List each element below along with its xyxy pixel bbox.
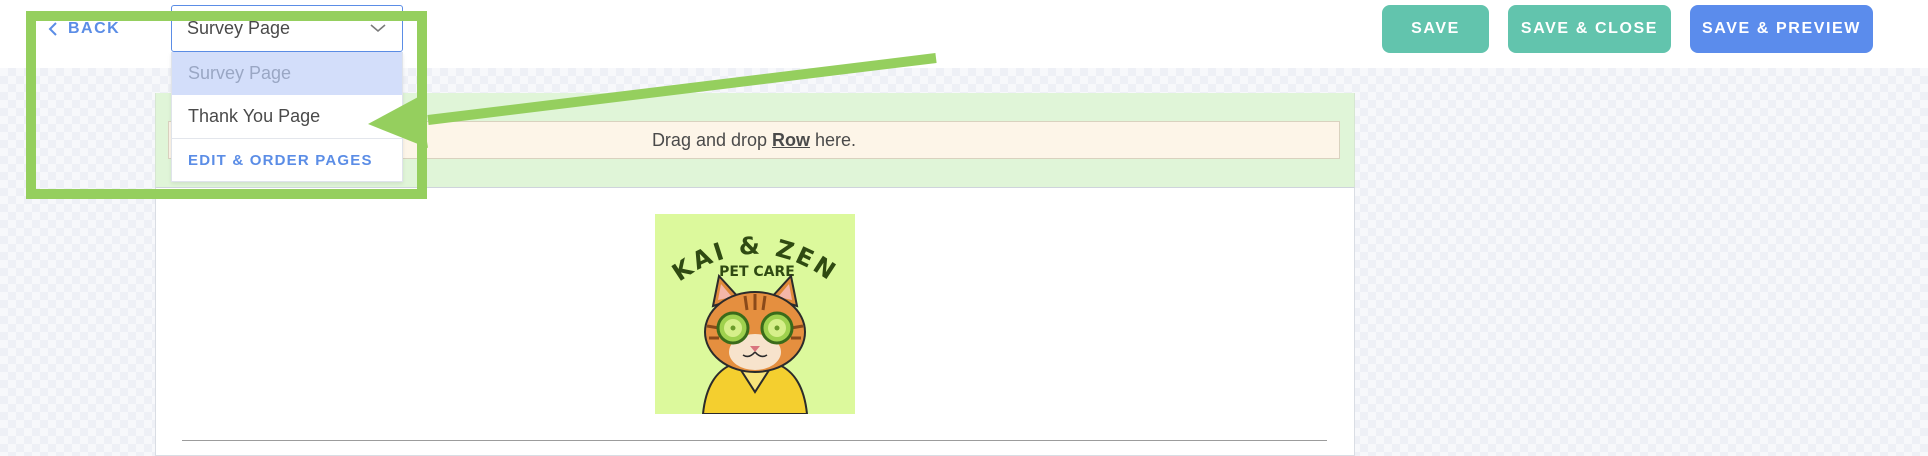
page-select-value: Survey Page [187,18,291,38]
edit-order-pages-link[interactable]: EDIT & ORDER PAGES [172,139,402,181]
back-label: BACK [68,20,121,37]
save-close-button[interactable]: SAVE & CLOSE [1508,5,1671,53]
drop-text-keyword: Row [772,129,811,150]
save-button[interactable]: SAVE [1382,5,1489,53]
page-option-thank-you[interactable]: Thank You Page [172,95,402,138]
back-link[interactable]: BACK [48,17,120,41]
drop-text-prefix: Drag and drop [651,129,768,150]
page-select[interactable]: Survey Page [171,5,403,52]
content-divider [182,440,1327,441]
chevron-left-icon [48,22,57,36]
save-preview-button[interactable]: SAVE & PREVIEW [1690,5,1873,53]
drop-text-suffix: here. [815,129,857,150]
kai-zen-logo-image[interactable]: KAI & ZEN PET CARE [655,214,855,415]
logo-subtitle-text: PET CARE [719,264,795,280]
page-option-survey[interactable]: Survey Page [172,52,402,95]
cat-logo-illustration: KAI & ZEN PET CARE [667,232,840,415]
chevron-down-icon [370,24,386,33]
page-select-dropdown: Survey Page Thank You Page EDIT & ORDER … [171,52,403,182]
